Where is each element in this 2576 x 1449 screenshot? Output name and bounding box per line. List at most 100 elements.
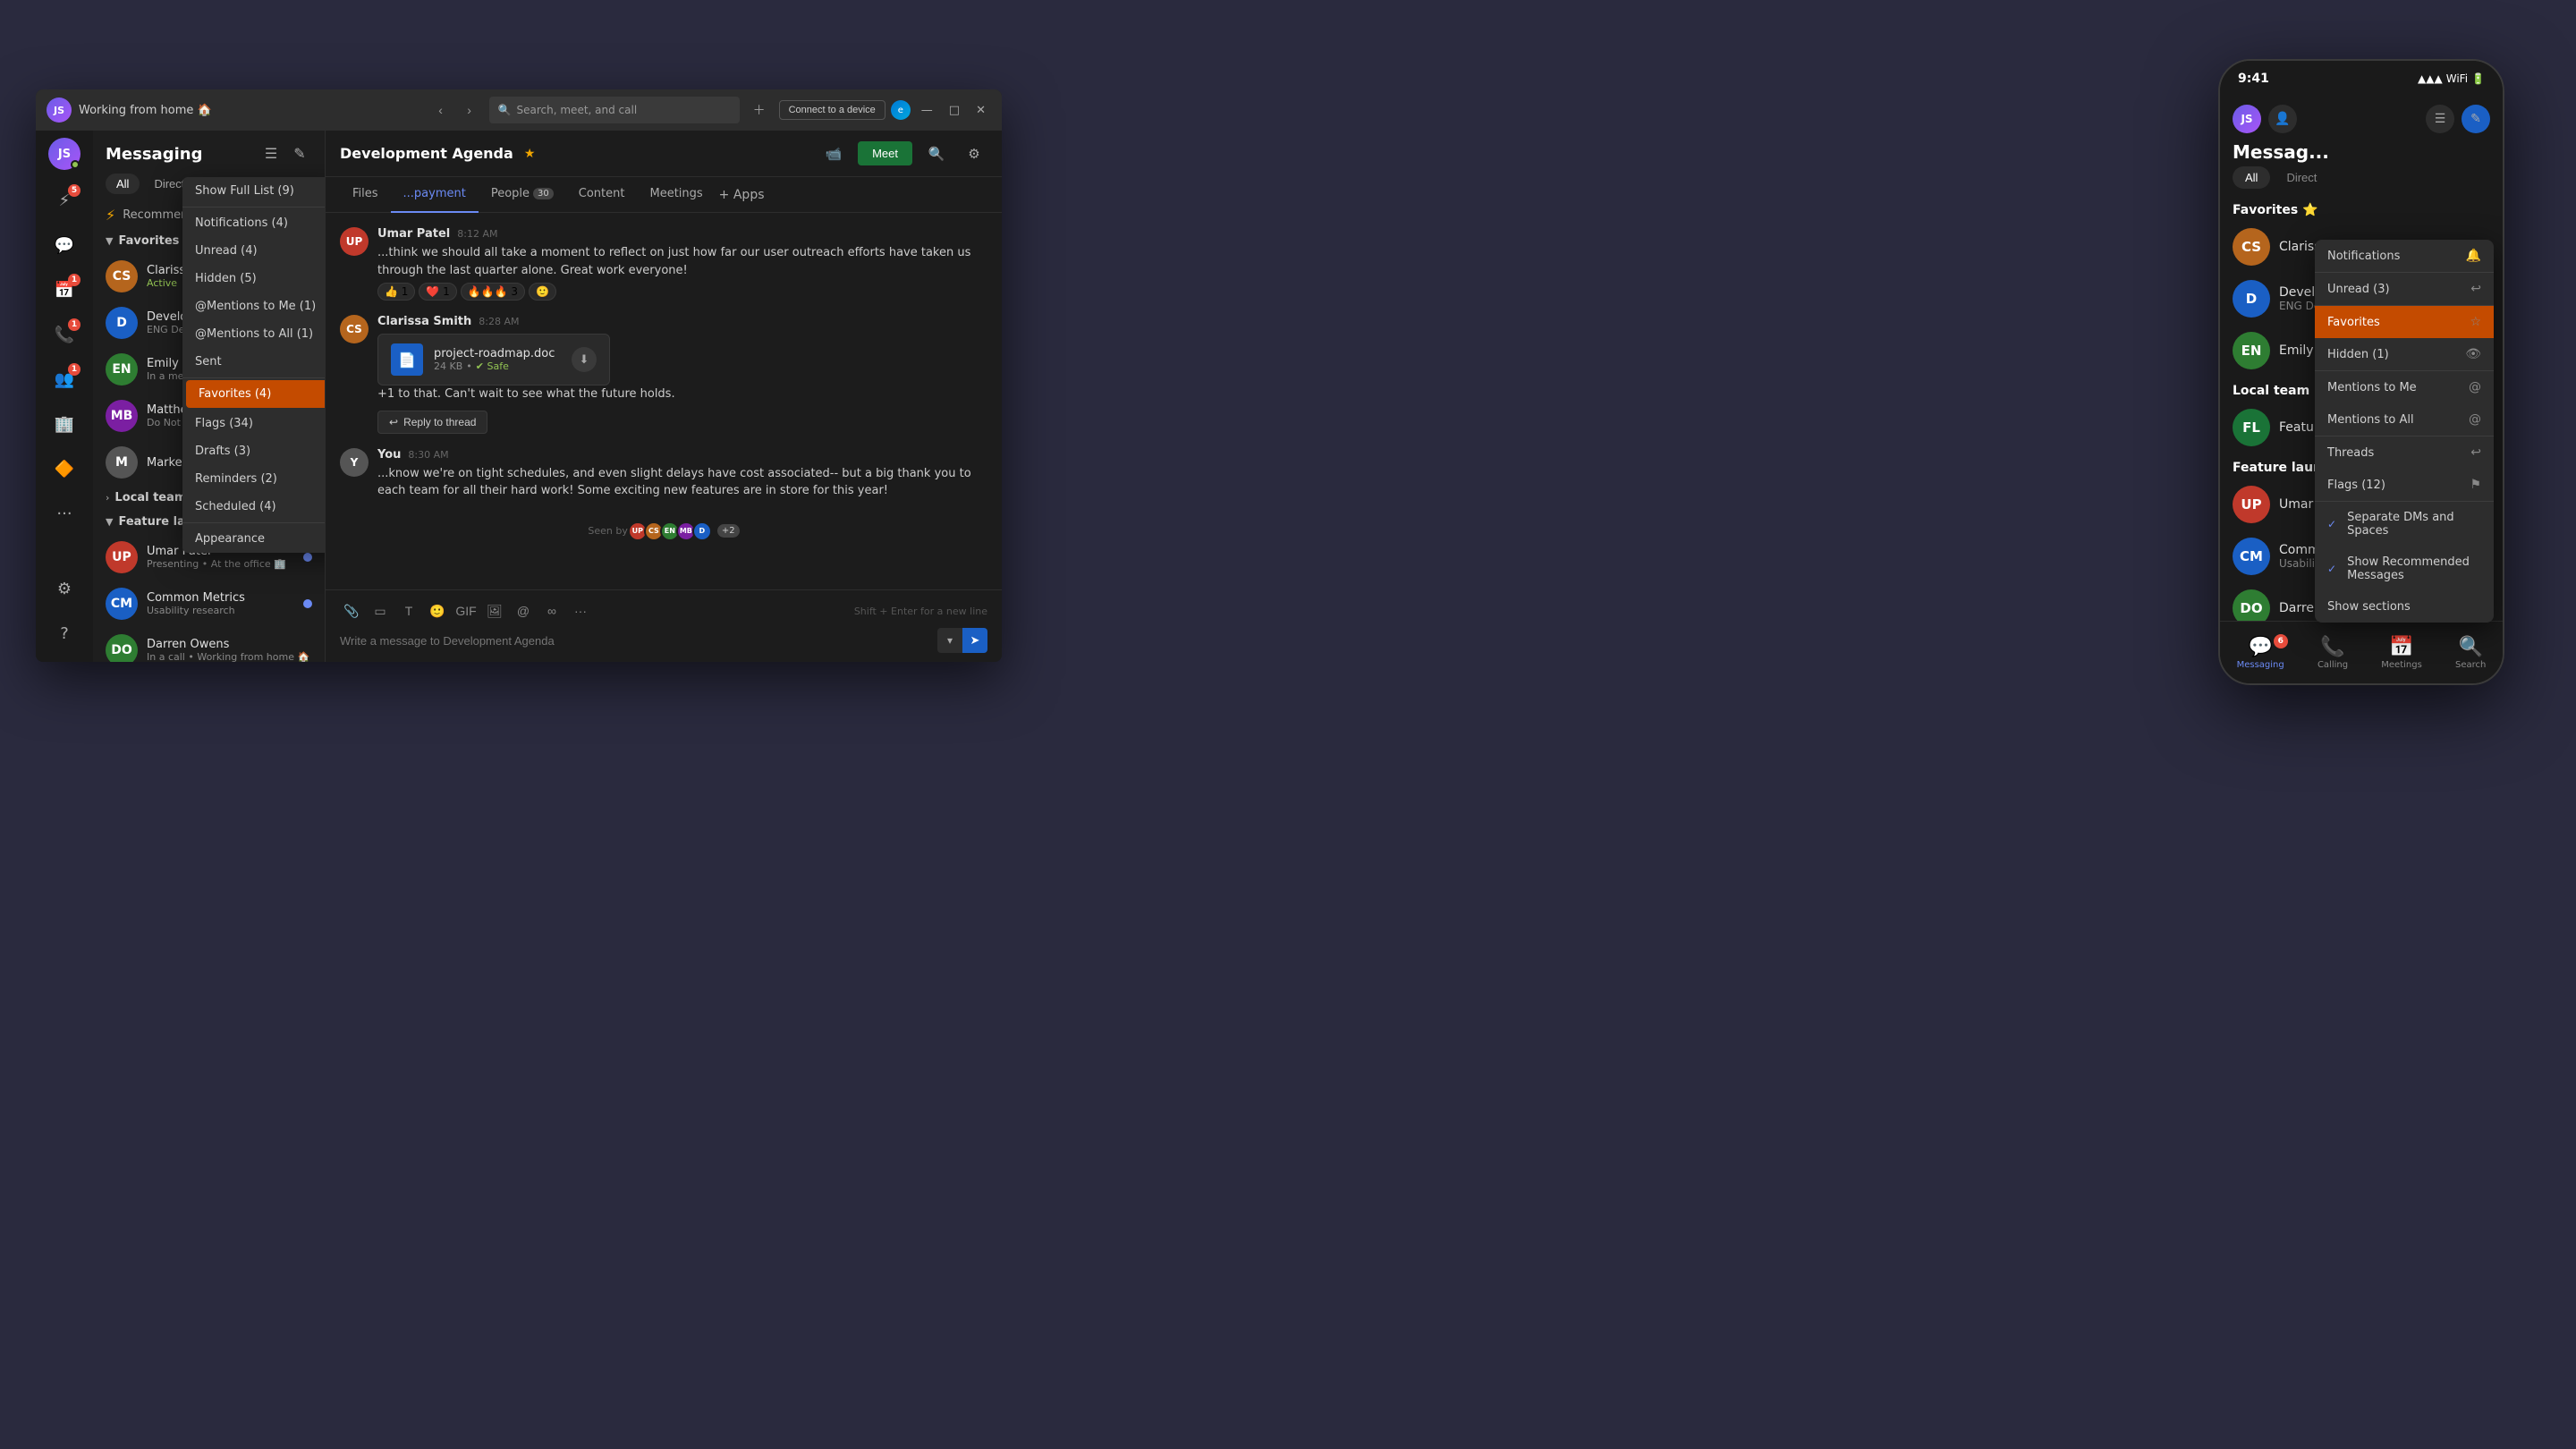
attach-button[interactable]: 📎 bbox=[340, 599, 363, 623]
mobile-menu-flags[interactable]: Flags (12) ⚑ bbox=[2315, 469, 2494, 501]
tab-all[interactable]: All bbox=[106, 174, 140, 194]
rail-item-calls[interactable]: 📞 1 bbox=[43, 313, 86, 356]
gif-button[interactable]: GIF bbox=[454, 599, 478, 623]
mobile-mentions-all-label: Mentions to All bbox=[2327, 413, 2414, 427]
rail-item-more[interactable]: ··· bbox=[43, 492, 86, 535]
conv-name-common-metrics: Common Metrics bbox=[147, 591, 294, 605]
mobile-flags-label: Flags (12) bbox=[2327, 479, 2385, 492]
scheduled-label: Scheduled (4) bbox=[195, 500, 276, 513]
presence-indicator bbox=[71, 160, 80, 169]
emoji-button[interactable]: 🙂 bbox=[426, 599, 449, 623]
filter-button[interactable]: ☰ bbox=[258, 141, 284, 166]
teams-icon: 🏢 bbox=[55, 415, 74, 434]
conv-common-metrics[interactable]: CM Common Metrics Usability research bbox=[93, 580, 325, 627]
menu-notifications[interactable]: Notifications (4) bbox=[182, 209, 326, 237]
rail-item-help[interactable]: ? bbox=[43, 612, 86, 655]
tab-payment[interactable]: ...payment bbox=[391, 177, 479, 213]
tab-content[interactable]: Content bbox=[566, 177, 638, 213]
more-options-button[interactable]: ··· bbox=[569, 599, 592, 623]
mobile-profile-icon[interactable]: 👤 bbox=[2268, 105, 2297, 133]
format-button[interactable]: ▭ bbox=[369, 599, 392, 623]
file-download-button[interactable]: ⬇ bbox=[572, 347, 597, 372]
mobile-menu-show-recommended[interactable]: Show Recommended Messages bbox=[2315, 547, 2494, 591]
back-button[interactable]: ‹ bbox=[428, 97, 453, 123]
avatar-marketing: M bbox=[106, 446, 138, 479]
rail-item-people[interactable]: 👥 1 bbox=[43, 358, 86, 401]
menu-flags[interactable]: Flags (34) bbox=[182, 410, 326, 437]
mobile-nav-meetings[interactable]: 📅 Meetings bbox=[2381, 636, 2422, 670]
loop-button[interactable]: ∞ bbox=[540, 599, 564, 623]
mobile-menu-show-sections[interactable]: Show sections bbox=[2315, 591, 2494, 623]
mobile-menu-favorites[interactable]: Favorites ☆ bbox=[2315, 306, 2494, 338]
mobile-menu-mentions-me[interactable]: Mentions to Me @ bbox=[2315, 371, 2494, 403]
mobile-menu-unread[interactable]: Unread (3) ↩ bbox=[2315, 273, 2494, 305]
search-chat-button[interactable]: 🔍 bbox=[923, 140, 950, 167]
menu-appearance[interactable]: Appearance › bbox=[182, 525, 326, 553]
meet-button[interactable]: Meet bbox=[858, 141, 912, 165]
menu-mentions-me[interactable]: @Mentions to Me (1) bbox=[182, 292, 326, 320]
text-format-button[interactable]: T bbox=[397, 599, 420, 623]
conv-sub-umar: Presenting • At the office 🏢 bbox=[147, 558, 294, 570]
mobile-compose-button[interactable]: ✎ bbox=[2462, 105, 2490, 133]
file-attachment[interactable]: 📄 project-roadmap.doc 24 KB • ✔ Safe ⬇ bbox=[377, 334, 610, 386]
menu-sent[interactable]: Sent bbox=[182, 348, 326, 376]
mobile-tab-all[interactable]: All bbox=[2233, 166, 2270, 189]
add-button[interactable]: ＋ bbox=[747, 97, 772, 123]
menu-favorites[interactable]: Favorites (4) bbox=[186, 380, 326, 408]
rail-item-activity[interactable]: ⚡ 5 bbox=[43, 179, 86, 222]
tab-content-label: Content bbox=[579, 187, 625, 200]
menu-scheduled[interactable]: Scheduled (4) bbox=[182, 493, 326, 521]
rail-item-teams[interactable]: 🏢 bbox=[43, 402, 86, 445]
mention-button[interactable]: @ bbox=[512, 599, 535, 623]
mobile-nav-calling[interactable]: 📞 Calling bbox=[2318, 636, 2348, 670]
video-call-button[interactable]: 📹 bbox=[820, 140, 847, 167]
sticker-button[interactable]: 🖼 bbox=[483, 599, 506, 623]
connect-device-button[interactable]: Connect to a device bbox=[779, 100, 886, 120]
tab-meetings[interactable]: Meetings bbox=[637, 177, 715, 213]
menu-drafts[interactable]: Drafts (3) bbox=[182, 437, 326, 465]
mobile-menu-hidden[interactable]: Hidden (1) 👁 bbox=[2315, 338, 2494, 370]
mobile-list-button[interactable]: ☰ bbox=[2426, 105, 2454, 133]
rail-item-apps[interactable]: 🔶 bbox=[43, 447, 86, 490]
mobile-menu-threads[interactable]: Threads ↩ bbox=[2315, 436, 2494, 469]
message-input-field[interactable] bbox=[340, 634, 930, 648]
rail-item-chat[interactable]: 💬 bbox=[43, 224, 86, 267]
mobile-menu-mentions-all[interactable]: Mentions to All @ bbox=[2315, 403, 2494, 436]
send-button[interactable]: ➤ bbox=[962, 628, 987, 653]
tab-files[interactable]: Files bbox=[340, 177, 391, 213]
mobile-nav-search[interactable]: 🔍 Search bbox=[2455, 636, 2486, 670]
mobile-menu-separate-dms[interactable]: Separate DMs and Spaces bbox=[2315, 502, 2494, 547]
rail-item-settings[interactable]: ⚙ bbox=[43, 567, 86, 610]
menu-mentions-all[interactable]: @Mentions to All (1) bbox=[182, 320, 326, 348]
mobile-tab-direct[interactable]: Direct bbox=[2274, 166, 2329, 189]
messages-area[interactable]: UP Umar Patel 8:12 AM ...think we should… bbox=[326, 213, 1002, 589]
forward-button[interactable]: › bbox=[457, 97, 482, 123]
conv-darren-owens[interactable]: DO Darren Owens In a call • Working from… bbox=[93, 627, 325, 662]
reply-to-thread-button[interactable]: ↩ Reply to thread bbox=[377, 411, 487, 434]
rail-item-calendar[interactable]: 📅 1 bbox=[43, 268, 86, 311]
menu-hidden[interactable]: Hidden (5) bbox=[182, 265, 326, 292]
edge-icon: e bbox=[891, 100, 911, 120]
reaction-smile[interactable]: 🙂 bbox=[529, 283, 556, 301]
conv-sub-darren: In a call • Working from home 🏠 bbox=[147, 651, 312, 662]
minimize-button[interactable]: — bbox=[916, 102, 938, 119]
send-options-button[interactable]: ▾ bbox=[937, 628, 962, 653]
mobile-avatar-feature: FL bbox=[2233, 409, 2270, 446]
menu-unread[interactable]: Unread (4) bbox=[182, 237, 326, 265]
mobile-menu-notifications[interactable]: Notifications 🔔 bbox=[2315, 240, 2494, 272]
settings-chat-button[interactable]: ⚙ bbox=[961, 140, 987, 167]
menu-show-full-list[interactable]: Show Full List (9) bbox=[182, 177, 326, 205]
tab-people[interactable]: People 30 bbox=[479, 177, 566, 213]
maximize-button[interactable]: □ bbox=[944, 102, 965, 119]
chat-title: Development Agenda bbox=[340, 145, 513, 162]
reaction-thumbsup[interactable]: 👍 1 bbox=[377, 283, 415, 301]
close-button[interactable]: ✕ bbox=[970, 102, 991, 119]
new-chat-button[interactable]: ✎ bbox=[287, 141, 312, 166]
mobile-nav-messaging[interactable]: 💬 Messaging 6 bbox=[2237, 636, 2284, 670]
reaction-heart[interactable]: ❤️ 1 bbox=[419, 283, 456, 301]
add-tab-button[interactable]: + Apps bbox=[719, 188, 765, 202]
search-bar[interactable]: 🔍 Search, meet, and call bbox=[489, 97, 740, 123]
menu-reminders[interactable]: Reminders (2) bbox=[182, 465, 326, 493]
reaction-fire[interactable]: 🔥🔥🔥 3 bbox=[461, 283, 525, 301]
file-info: project-roadmap.doc 24 KB • ✔ Safe bbox=[434, 347, 561, 372]
